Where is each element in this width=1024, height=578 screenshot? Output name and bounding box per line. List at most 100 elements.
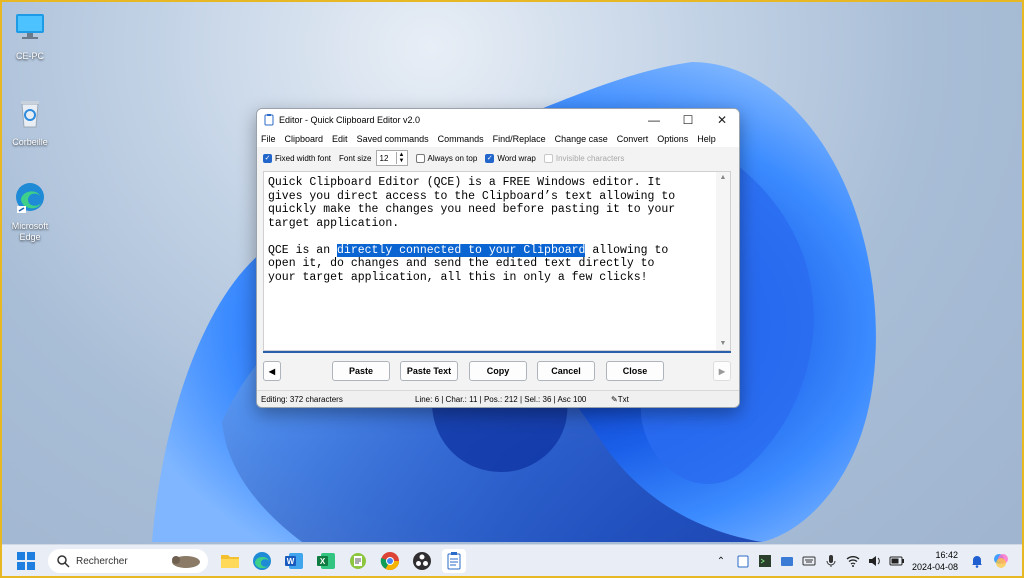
editor-line: quickly make the changes you need before… [268, 203, 676, 216]
system-clock[interactable]: 16:42 2024-04-08 [912, 549, 958, 573]
menu-convert[interactable]: Convert [617, 134, 649, 144]
tray-app-icon[interactable] [779, 553, 795, 569]
selected-text: directly connected to your Clipboard [337, 243, 586, 257]
close-window-button[interactable]: ✕ [705, 109, 739, 131]
qce-icon [447, 552, 461, 570]
menu-bar: File Clipboard Edit Saved commands Comma… [257, 131, 739, 147]
desktop-icon-recycle-bin[interactable]: Corbeille [2, 96, 58, 148]
cancel-button[interactable]: Cancel [537, 361, 595, 381]
always-on-top-checkbox[interactable] [415, 153, 425, 163]
pen-icon: ✎ [611, 394, 618, 404]
word-wrap-checkbox[interactable]: ✓ [485, 153, 495, 163]
taskbar-qce[interactable] [442, 549, 466, 573]
word-wrap-label: Word wrap [497, 153, 536, 163]
always-on-top-option[interactable]: Always on top [415, 153, 478, 163]
status-mode: ✎Txt [611, 395, 629, 404]
paste-text-button[interactable]: Paste Text [400, 361, 458, 381]
font-size-spinner[interactable]: 12 ▲ ▼ [375, 150, 408, 166]
menu-clipboard[interactable]: Clipboard [285, 134, 324, 144]
chrome-icon [380, 552, 399, 571]
system-tray: ⌃ 16:42 2024-04-08 [710, 545, 1014, 576]
fixed-width-font-label: Fixed width font [275, 153, 332, 163]
edge-icon [16, 183, 44, 213]
editor-line: target application. [268, 216, 400, 230]
desktop-icon-label: Microsoft Edge [11, 221, 49, 242]
taskbar-file-explorer[interactable] [218, 549, 242, 573]
taskbar-obs[interactable] [410, 549, 434, 573]
search-placeholder: Rechercher [76, 555, 128, 567]
previous-button[interactable]: ◀ [263, 361, 281, 381]
terminal-tray-icon[interactable] [757, 553, 773, 569]
taskbar-notepad-plus[interactable] [346, 549, 370, 573]
menu-commands[interactable]: Commands [438, 134, 484, 144]
close-button[interactable]: Close [606, 361, 664, 381]
text-editor[interactable]: Quick Clipboard Editor (QCE) is a FREE W… [263, 171, 731, 351]
copy-button[interactable]: Copy [469, 361, 527, 381]
start-button[interactable] [14, 549, 38, 573]
editor-text[interactable]: Quick Clipboard Editor (QCE) is a FREE W… [268, 176, 714, 284]
menu-file[interactable]: File [261, 134, 276, 144]
window-title: Editor - Quick Clipboard Editor v2.0 [279, 115, 421, 125]
fixed-width-font-checkbox[interactable]: ✓ [263, 153, 272, 163]
taskbar-word[interactable]: W [282, 549, 306, 573]
menu-edit[interactable]: Edit [332, 134, 348, 144]
title-bar[interactable]: Editor - Quick Clipboard Editor v2.0 — ☐… [257, 109, 739, 131]
font-size-label: Font size [339, 153, 372, 163]
microphone-icon[interactable] [823, 553, 839, 569]
app-icon [264, 114, 274, 126]
taskbar-edge[interactable] [250, 549, 274, 573]
search-icon [57, 555, 70, 568]
next-button[interactable]: ▶ [713, 361, 731, 381]
battery-icon[interactable] [889, 553, 905, 569]
button-row: ◀ Paste Paste Text Copy Cancel Close ▶ [263, 361, 731, 383]
minimize-button[interactable]: — [637, 109, 671, 131]
editor-line: gives you direct access to the Clipboard… [268, 189, 676, 203]
wifi-icon[interactable] [845, 553, 861, 569]
menu-options[interactable]: Options [657, 134, 688, 144]
notepad-plus-icon [350, 553, 366, 569]
desktop-icon-pc[interactable]: CE-PC [2, 10, 58, 62]
search-highlight-icon [172, 556, 200, 568]
desktop-icon-label: CE-PC [15, 51, 44, 61]
menu-help[interactable]: Help [697, 134, 716, 144]
editor-line: QCE is an [268, 243, 338, 257]
paste-button[interactable]: Paste [332, 361, 390, 381]
menu-saved-commands[interactable]: Saved commands [357, 134, 429, 144]
editor-line: Quick Clipboard Editor (QCE) is a FREE W… [268, 176, 662, 189]
always-on-top-label: Always on top [427, 153, 478, 163]
taskbar-search[interactable]: Rechercher [48, 549, 208, 573]
volume-icon[interactable] [867, 553, 883, 569]
edge-icon [253, 552, 271, 570]
obs-icon [413, 552, 431, 570]
invisible-characters-label: Invisible characters [555, 153, 625, 163]
word-icon: W [285, 553, 303, 569]
font-size-value[interactable]: 12 [377, 154, 396, 163]
word-wrap-option[interactable]: ✓ Word wrap [485, 153, 536, 163]
desktop-icon-label: Corbeille [12, 137, 48, 147]
monitor-icon [16, 14, 44, 39]
svg-text:W: W [287, 557, 295, 566]
editor-line: open it, do changes and send the edited … [268, 257, 655, 270]
editor-line: your target application, all this in onl… [268, 270, 648, 284]
keyboard-icon[interactable] [801, 553, 817, 569]
recycle-bin-icon [21, 101, 39, 128]
spinner-arrows-icon[interactable]: ▲ ▼ [395, 152, 407, 164]
qce-tray-icon[interactable] [735, 553, 751, 569]
copilot-icon[interactable] [991, 553, 1011, 569]
fixed-width-font-option[interactable]: ✓ Fixed width font [263, 153, 332, 163]
taskbar-chrome[interactable] [378, 549, 402, 573]
notification-bell-icon[interactable] [969, 553, 985, 569]
scroll-up-icon[interactable]: ▲ [716, 172, 730, 184]
editor-line: allowing to [585, 243, 669, 257]
invisible-characters-checkbox [543, 153, 553, 163]
editor-window: Editor - Quick Clipboard Editor v2.0 — ☐… [256, 108, 740, 408]
menu-find-replace[interactable]: Find/Replace [493, 134, 546, 144]
chevron-up-icon[interactable]: ⌃ [713, 553, 729, 569]
desktop-icon-edge[interactable]: Microsoft Edge [2, 180, 58, 243]
taskbar-excel[interactable]: X [314, 549, 338, 573]
taskbar: Rechercher W X ⌃ 16:42 2024-04-08 [2, 544, 1022, 576]
menu-change-case[interactable]: Change case [555, 134, 608, 144]
maximize-button[interactable]: ☐ [671, 109, 705, 131]
scroll-down-icon[interactable]: ▼ [716, 338, 730, 350]
vertical-scrollbar[interactable]: ▲ ▼ [716, 172, 730, 350]
